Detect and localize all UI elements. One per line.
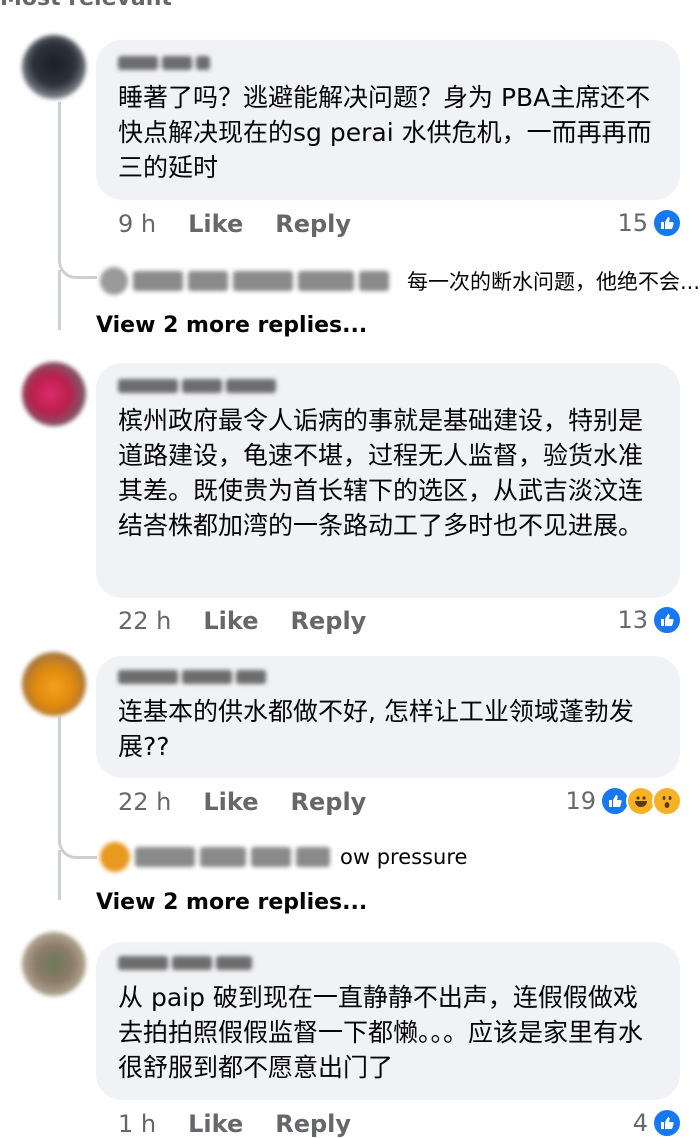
avatar[interactable] (22, 362, 86, 426)
comment-actions: 22 h Like Reply (118, 607, 366, 635)
like-button[interactable]: Like (203, 607, 258, 635)
reply-preview[interactable]: 每一次的断水问题，他绝不会... (100, 266, 700, 296)
reply-button[interactable]: Reply (275, 210, 351, 238)
reaction-summary[interactable]: 13 (617, 605, 682, 635)
like-reaction-icon (652, 208, 682, 238)
author-name-blurred[interactable] (118, 54, 658, 72)
reply-preview-text: 每一次的断水问题，他绝不会... (407, 270, 700, 294)
reply-thread-line (58, 716, 97, 859)
comment-actions: 22 h Like Reply (118, 788, 366, 816)
comment-text: 睡著了吗？逃避能解决问题？身为 PBA主席还不快点解决现在的sg perai 水… (118, 83, 652, 182)
comment-time[interactable]: 22 h (118, 607, 171, 635)
reply-button[interactable]: Reply (291, 607, 367, 635)
reaction-count: 4 (632, 1109, 648, 1137)
view-more-replies-link[interactable]: View 2 more replies... (96, 313, 367, 338)
comment-bubble: 睡著了吗？逃避能解决问题？身为 PBA主席还不快点解决现在的sg perai 水… (96, 40, 680, 200)
avatar[interactable] (22, 652, 86, 716)
comment-time[interactable]: 9 h (118, 210, 156, 238)
reaction-count: 19 (565, 787, 596, 815)
author-name-blurred[interactable] (118, 377, 658, 395)
reaction-summary[interactable]: 19 (565, 786, 682, 816)
author-name-blurred[interactable] (118, 668, 658, 686)
reaction-count: 13 (617, 606, 648, 634)
reply-preview[interactable]: ow pressure (100, 842, 467, 872)
comment-bubble: 连基本的供水都做不好, 怎样让工业领域蓬勃发展?? (96, 656, 680, 778)
comment-actions: 9 h Like Reply (118, 210, 351, 238)
reply-preview-text: ow pressure (340, 845, 468, 869)
comment-text: 从 paip 破到现在一直静静不出声，连假假做戏去拍拍照假假监督一下都懒。。。应… (118, 983, 644, 1082)
reply-thread-line (58, 102, 97, 279)
reply-author-blurred (100, 267, 389, 295)
comment-text: 连基本的供水都做不好, 怎样让工业领域蓬勃发展?? (118, 697, 634, 761)
comment-bubble: 从 paip 破到现在一直静静不出声，连假假做戏去拍拍照假假监督一下都懒。。。应… (96, 942, 680, 1100)
avatar[interactable] (22, 932, 86, 996)
reply-thread-line (58, 850, 97, 900)
author-name-blurred[interactable] (118, 954, 658, 972)
view-more-replies-link[interactable]: View 2 more replies... (96, 890, 367, 915)
like-button[interactable]: Like (188, 210, 243, 238)
sort-label[interactable]: Most relevant (0, 0, 172, 11)
reaction-summary[interactable]: 15 (617, 208, 682, 238)
comment-time[interactable]: 22 h (118, 788, 171, 816)
reaction-count: 15 (617, 209, 648, 237)
comment-text: 槟州政府最令人诟病的事就是基础建设，特别是道路建设，龟速不堪，过程无人监督，验货… (118, 406, 644, 540)
comment-bubble: 槟州政府最令人诟病的事就是基础建设，特别是道路建设，龟速不堪，过程无人监督，验货… (96, 363, 680, 598)
like-reaction-icon (652, 605, 682, 635)
reply-button[interactable]: Reply (291, 788, 367, 816)
wow-reaction-icon (652, 786, 682, 816)
reply-thread-line (58, 270, 97, 330)
reply-author-blurred (100, 842, 330, 872)
avatar[interactable] (22, 35, 86, 99)
like-button[interactable]: Like (203, 788, 258, 816)
